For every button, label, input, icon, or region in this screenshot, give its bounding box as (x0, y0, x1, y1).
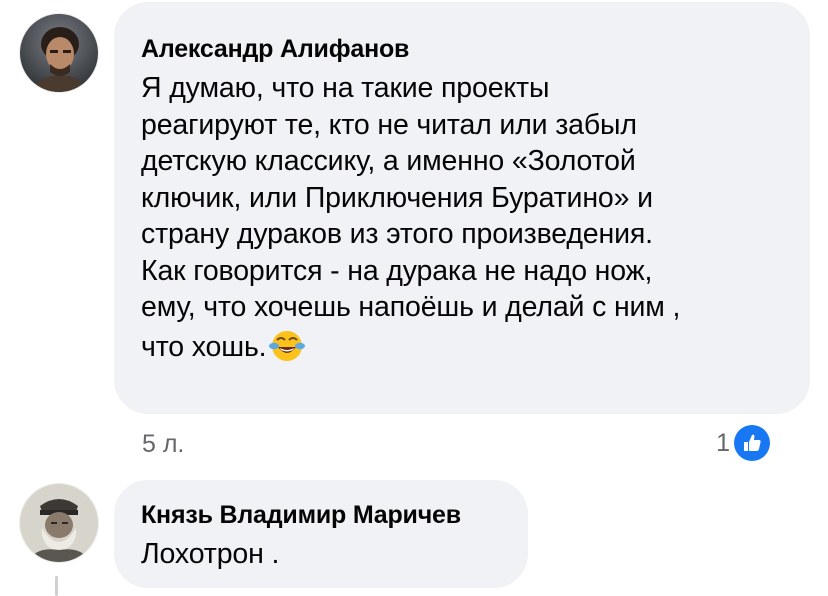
comment-bubble: Александр Алифанов Я думаю, что на такие… (114, 2, 810, 414)
like-icon (734, 425, 770, 461)
comment-text-last-line: что хошь. (141, 326, 786, 366)
profile-photo-icon (20, 484, 98, 562)
comment-text-line: ключик, или Приключения Буратино» и (141, 181, 653, 214)
comment-text: Лохотрон . (141, 536, 504, 573)
comment-text-line: что хошь. (141, 330, 267, 363)
comment-author-name[interactable]: Александр Алифанов (141, 34, 786, 64)
comment-bubble: Князь Владимир Маричев Лохотрон . (114, 480, 528, 588)
comment-text-line: страну дураков из этого произведения. (141, 218, 653, 250)
comment-author-name[interactable]: Князь Владимир Маричев (141, 500, 504, 530)
comment-text: Я думаю, что на такие проекты реагируют … (141, 70, 786, 365)
reactions-summary[interactable]: 1 (716, 425, 770, 461)
comment-timestamp[interactable]: 5 л. (142, 430, 184, 459)
avatar[interactable] (20, 484, 98, 562)
profile-photo-icon (20, 14, 98, 92)
comment-text-line: Лохотрон . (141, 538, 280, 570)
comment-text-line: Как говорится - на дурака не надо нож, (141, 254, 653, 287)
comment-text-line: ему, что хочешь напоёшь и делай с ним , (141, 291, 681, 323)
comment-text-line: Я думаю, что на такие проекты (141, 72, 550, 104)
face-with-tears-of-joy-icon (269, 330, 306, 361)
comment-text-line: детскую классику, а именно «Золотой (141, 145, 636, 177)
reaction-count: 1 (716, 428, 730, 457)
reply-thread-line (55, 576, 58, 596)
comment-text-line: реагируют те, кто не читал или забыл (141, 108, 637, 141)
avatar[interactable] (20, 14, 98, 92)
